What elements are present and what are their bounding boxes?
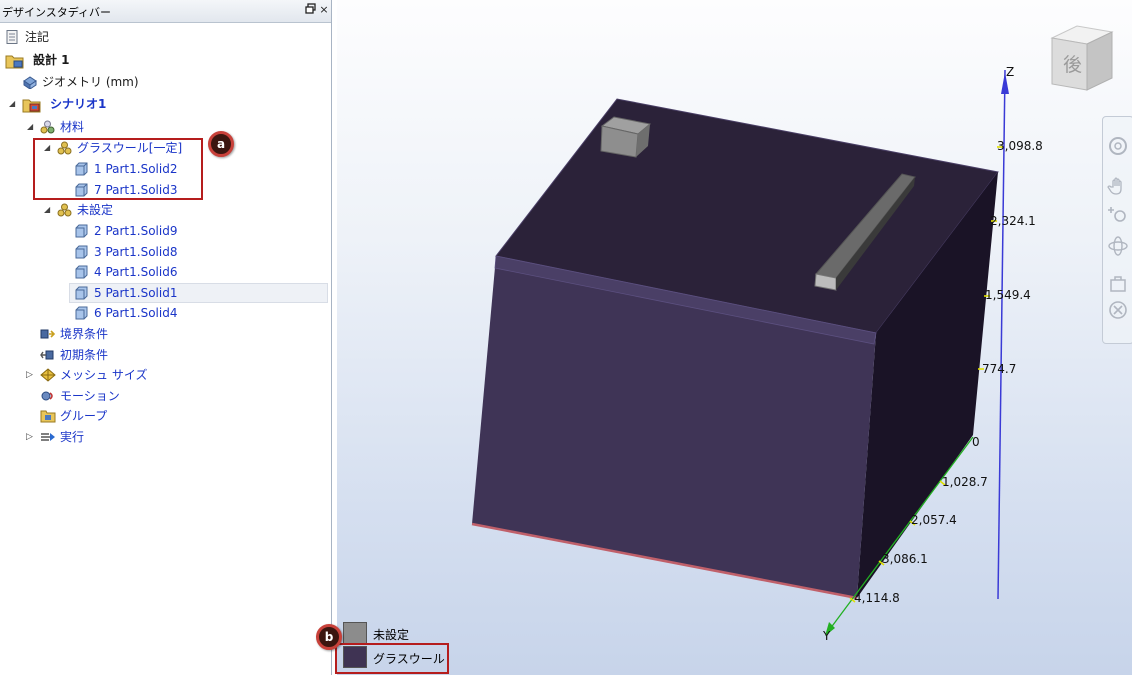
scenario-icon	[22, 97, 42, 113]
z-tick-label: 2,324.1	[990, 214, 1036, 228]
tree-label-geometry: ジオメトリ (mm)	[42, 75, 139, 89]
geometry-icon	[22, 75, 37, 90]
panel-title: デザインスタディバー	[2, 6, 112, 19]
tree-label-part: 2 Part1.Solid9	[94, 224, 178, 238]
zoom-icon[interactable]	[1107, 203, 1129, 225]
legend-swatch	[343, 622, 367, 644]
z-axis-name: Z	[1006, 65, 1014, 79]
solid-part-icon	[74, 265, 89, 279]
motion-icon	[40, 389, 55, 403]
tree-label-part: 5 Part1.Solid1	[94, 286, 178, 300]
material-group-icon	[57, 203, 72, 217]
close-icon[interactable]: ×	[317, 3, 331, 16]
tree-label-initial-conditions: 初期条件	[60, 348, 109, 362]
tree-label-notes: 注記	[25, 30, 50, 44]
tree-label-mesh-size: メッシュ サイズ	[60, 368, 148, 382]
tree-label-unset: 未設定	[77, 203, 114, 217]
view-cube-label: 後	[1063, 54, 1082, 76]
tree-label-design: 設計 1	[33, 53, 70, 67]
z-tick-label: 774.7	[982, 362, 1016, 376]
tree-label-groups: グループ	[60, 409, 108, 423]
callout-box-a	[33, 138, 203, 200]
view-cube[interactable]: 後	[1050, 25, 1114, 91]
pan-hand-icon[interactable]	[1107, 175, 1129, 197]
expand-arrow-icon[interactable]: ◢	[44, 200, 50, 220]
callout-box-b	[335, 643, 449, 674]
materials-icon	[40, 120, 55, 134]
solid-part-icon	[74, 224, 89, 238]
run-icon	[40, 430, 55, 444]
callout-badge-b: b	[316, 624, 342, 650]
y-tick-label: 4,114.8	[854, 591, 900, 605]
solid-part-icon	[74, 245, 89, 259]
initial-conditions-icon	[40, 348, 55, 362]
y-axis-name: Y	[822, 629, 831, 643]
y-tick-label: 1,028.7	[942, 475, 988, 489]
expand-arrow-icon[interactable]: ◢	[27, 117, 33, 137]
boundary-conditions-icon	[40, 327, 56, 341]
navigation-toolbar	[1102, 116, 1132, 344]
tree-label-motion: モーション	[60, 389, 120, 403]
z-tick-label: 0	[972, 435, 980, 449]
tree-label-boundary-conditions: 境界条件	[60, 327, 109, 341]
callout-badge-a: a	[208, 131, 234, 157]
tree-label-materials: 材料	[60, 120, 85, 134]
z-tick-label: 1,549.4	[985, 288, 1031, 302]
graphics-viewport[interactable]: Z 3,098.8 2,324.1 1,549.4 774.7 0 Y 1,02…	[337, 0, 1132, 675]
design-study-bar: デザインスタディバー × 注記 設計 1 ジオメトリ (mm) ◢ シナリオ1 …	[0, 0, 332, 675]
panel-header: デザインスタディバー ×	[0, 0, 331, 23]
tree-label-scenario: シナリオ1	[50, 97, 107, 111]
expand-arrow-icon[interactable]: ◢	[9, 94, 15, 114]
collapse-arrow-icon[interactable]: ▷	[26, 365, 33, 385]
legend-label: 未設定	[373, 628, 410, 642]
notes-icon	[5, 30, 20, 44]
tree-label-part: 4 Part1.Solid6	[94, 265, 178, 279]
mesh-icon	[40, 368, 56, 382]
solid-part-icon	[74, 306, 89, 320]
tree-label-run: 実行	[60, 430, 85, 444]
collapse-arrow-icon[interactable]: ▷	[26, 427, 33, 447]
showmotion-icon[interactable]	[1107, 299, 1129, 321]
pin-icon[interactable]	[304, 3, 318, 18]
tree-label-part: 6 Part1.Solid4	[94, 306, 178, 320]
tree-label-part: 3 Part1.Solid8	[94, 245, 178, 259]
model-canvas: Z 3,098.8 2,324.1 1,549.4 774.7 0 Y 1,02…	[471, 25, 1114, 643]
groups-icon	[40, 409, 56, 423]
design-folder-icon	[5, 53, 25, 69]
steering-wheel-icon[interactable]	[1107, 135, 1129, 157]
orbit-icon[interactable]	[1107, 235, 1129, 257]
solid-part-icon	[74, 286, 89, 300]
look-at-icon[interactable]	[1107, 273, 1129, 295]
y-tick-label: 3,086.1	[882, 552, 928, 566]
y-tick-label: 2,057.4	[911, 513, 957, 527]
z-tick-label: 3,098.8	[997, 139, 1043, 153]
